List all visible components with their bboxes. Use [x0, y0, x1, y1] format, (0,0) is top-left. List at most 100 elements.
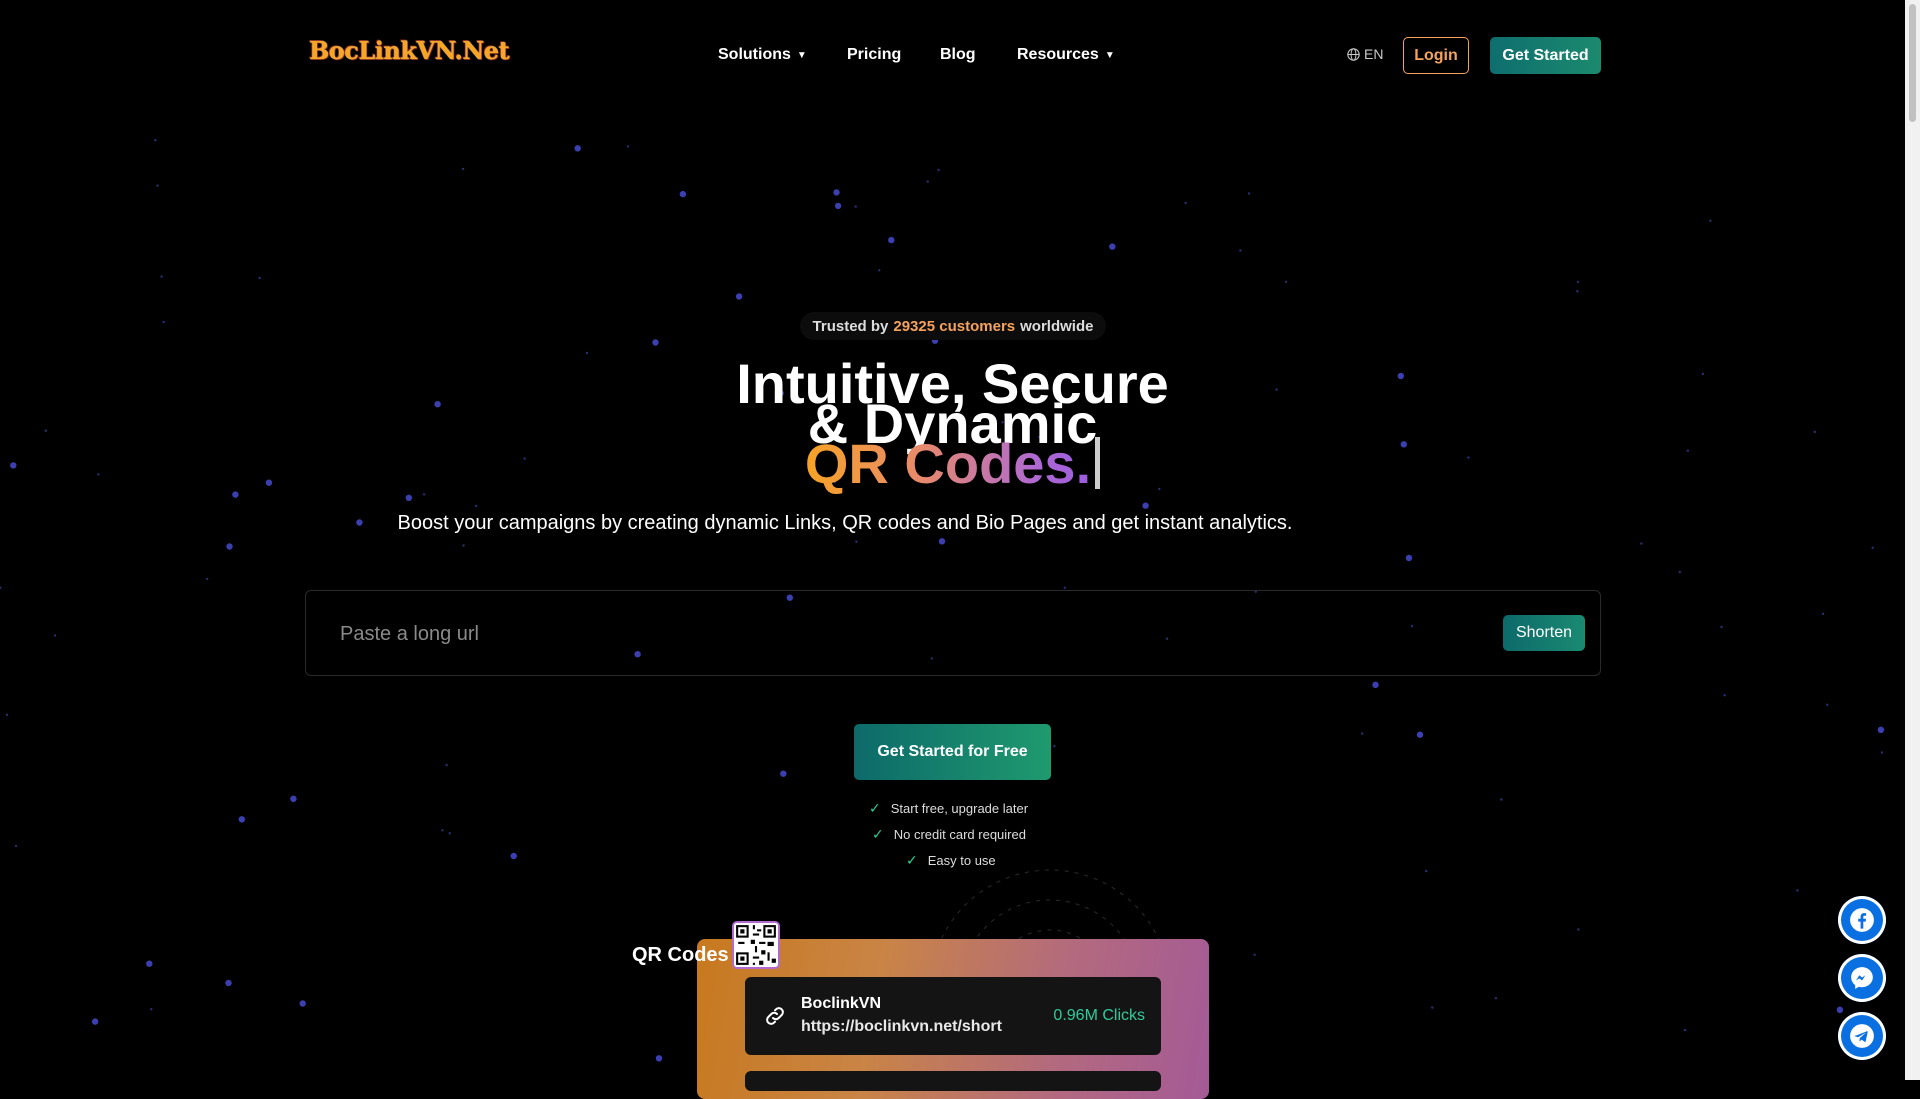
nav-pricing[interactable]: Pricing — [847, 46, 901, 64]
star-dot — [1253, 953, 1256, 956]
check-icon: ✓ — [869, 800, 881, 816]
star-dot — [1880, 751, 1884, 754]
star-dot — [888, 236, 895, 244]
star-dot — [1405, 554, 1413, 562]
caret-down-icon: ▼ — [1104, 49, 1115, 61]
hero-subtitle: Boost your campaigns by creating dynamic… — [397, 512, 1293, 534]
facebook-button[interactable] — [1838, 896, 1886, 944]
star-dot — [1284, 280, 1288, 283]
link-url: https://boclinkvn.net/short — [801, 1018, 1002, 1035]
star-dot — [1577, 928, 1580, 931]
nav-blog[interactable]: Blog — [940, 46, 976, 64]
trusted-count-text: 29325 customers — [893, 317, 1016, 335]
checklist-item: ✓ No credit card required — [872, 826, 1026, 843]
star-dot — [160, 275, 163, 278]
telegram-icon — [1850, 1024, 1874, 1048]
star-dot — [833, 189, 840, 196]
star-dot — [445, 763, 448, 767]
star-dot — [1142, 502, 1149, 509]
star-dot — [1576, 290, 1579, 293]
star-dot — [1053, 745, 1056, 748]
star-dot — [475, 504, 478, 508]
star-dot — [1416, 731, 1424, 738]
star-dot — [448, 832, 451, 835]
star-dot — [461, 167, 465, 171]
star-dot — [225, 979, 232, 987]
link-card[interactable]: BoclinkVN https://boclinkvn.net/short 0.… — [745, 977, 1161, 1055]
star-dot — [585, 351, 589, 355]
star-dot — [299, 1000, 306, 1007]
star-dot — [1640, 542, 1643, 545]
star-dot — [679, 190, 687, 198]
star-dot — [854, 205, 857, 208]
trusted-badge: Trusted by 29325 customers worldwide — [800, 312, 1106, 340]
star-dot — [1500, 798, 1503, 801]
star-dot — [510, 852, 517, 860]
star-dot — [1877, 726, 1885, 733]
trusted-prefix: Trusted by — [812, 317, 889, 335]
trusted-count: 29325 customers — [893, 318, 1015, 335]
messenger-button[interactable] — [1838, 954, 1886, 1002]
star-dot — [150, 1008, 153, 1011]
star-dot — [1683, 1028, 1687, 1032]
star-dot — [1494, 997, 1498, 1000]
star-dot — [1425, 869, 1428, 873]
star-dot — [1239, 249, 1242, 252]
login-button[interactable]: Login — [1403, 37, 1469, 74]
nav-resources[interactable]: Resources ▼ — [1017, 46, 1115, 64]
star-dot — [154, 139, 157, 142]
star-dot — [206, 577, 209, 581]
star-dot — [1720, 625, 1723, 629]
star-dot — [655, 1055, 663, 1062]
star-dot — [1871, 546, 1874, 549]
nav-solutions[interactable]: Solutions ▼ — [718, 46, 807, 64]
star-dot — [626, 145, 630, 148]
star-dot — [834, 202, 842, 210]
url-shortener-form: Shorten — [305, 590, 1601, 676]
star-dot — [156, 184, 159, 187]
star-dot — [855, 540, 858, 543]
star-dot — [780, 770, 787, 777]
caret-down-icon: ▼ — [796, 49, 807, 61]
star-dot — [926, 180, 929, 183]
star-dot — [238, 816, 245, 823]
star-dot — [226, 543, 233, 550]
star-dot — [1709, 219, 1712, 222]
nav-resources-label: Resources — [1017, 46, 1099, 63]
get-started-button[interactable]: Get Started — [1490, 37, 1601, 74]
qr-code-icon — [732, 921, 780, 969]
star-dot — [422, 493, 426, 496]
star-dot — [258, 276, 261, 280]
star-dot — [1796, 889, 1799, 892]
star-dot — [146, 960, 153, 967]
star-dot — [1247, 192, 1251, 195]
telegram-button[interactable] — [1838, 1012, 1886, 1060]
headline-line3: QR Codes. — [0, 436, 1905, 492]
checklist-text: Start free, upgrade later — [890, 801, 1029, 816]
star-dot — [1821, 612, 1825, 616]
check-icon: ✓ — [872, 826, 884, 842]
messenger-icon — [1851, 967, 1873, 989]
typing-cursor — [1095, 437, 1101, 489]
page-scrollbar[interactable] — [1905, 0, 1920, 1080]
shorten-button[interactable]: Shorten — [1503, 615, 1585, 651]
star-dot — [91, 1018, 99, 1025]
star-dot — [735, 293, 743, 300]
scrollbar-thumb[interactable] — [1909, 4, 1916, 122]
long-url-input[interactable] — [338, 617, 1442, 651]
link-icon — [763, 1004, 787, 1034]
link-name: BoclinkVN — [801, 995, 882, 1012]
checklist-item: ✓ Start free, upgrade later — [869, 800, 1028, 817]
qr-codes-label: QR Codes — [632, 944, 729, 966]
headline-highlight: QR Codes. — [804, 432, 1092, 495]
link-card[interactable] — [745, 1071, 1161, 1091]
star-dot — [53, 634, 57, 637]
star-dot — [1063, 586, 1067, 589]
get-started-free-button[interactable]: Get Started for Free — [854, 724, 1051, 780]
star-dot — [1361, 732, 1364, 735]
star-dot — [1836, 1006, 1844, 1013]
logo[interactable]: BocLinkVN.Net — [309, 36, 510, 65]
star-dot — [1372, 681, 1379, 688]
star-dot — [232, 491, 239, 498]
language-selector[interactable]: EN — [1347, 46, 1383, 62]
